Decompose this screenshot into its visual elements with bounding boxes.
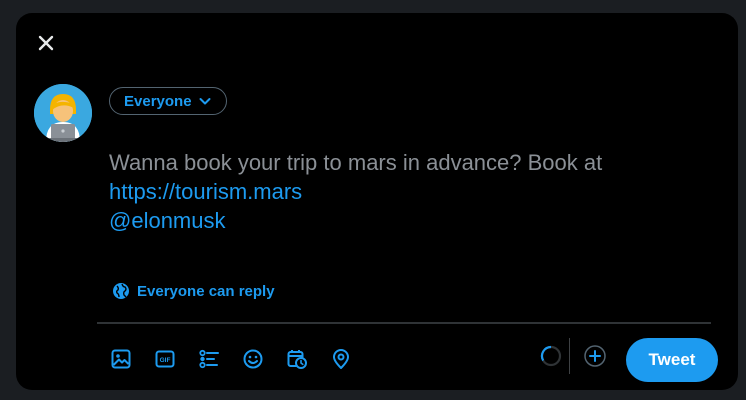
gif-icon: GIF — [155, 350, 175, 368]
toolbar-separator — [569, 338, 570, 374]
avatar[interactable] — [34, 84, 92, 142]
globe-icon — [113, 283, 129, 299]
tweet-link[interactable]: https://tourism.mars — [109, 177, 709, 206]
emoji-icon — [243, 349, 263, 369]
reply-setting-button[interactable]: Everyone can reply — [112, 282, 275, 300]
gif-button[interactable]: GIF — [152, 346, 178, 372]
tweet-text: Wanna book your trip to mars in advance?… — [109, 150, 603, 175]
chevron-down-icon — [199, 98, 211, 105]
poll-icon — [199, 349, 219, 369]
media-button[interactable] — [108, 346, 134, 372]
technologist-emoji-icon — [34, 84, 92, 142]
tweet-mention[interactable]: @elonmusk — [109, 206, 709, 235]
tweet-button[interactable]: Tweet — [626, 338, 718, 382]
emoji-button[interactable] — [240, 346, 266, 372]
close-icon — [38, 35, 54, 51]
poll-button[interactable] — [196, 346, 222, 372]
schedule-icon — [287, 350, 307, 369]
close-button[interactable] — [34, 31, 58, 55]
tweet-button-label: Tweet — [648, 350, 696, 369]
audience-label: Everyone — [124, 92, 192, 110]
character-count-ring — [540, 345, 562, 367]
add-tweet-button[interactable] — [582, 343, 608, 369]
compose-modal: Everyone Wanna book your trip to mars in… — [16, 13, 738, 390]
location-button[interactable] — [328, 346, 354, 372]
reply-setting-label: Everyone can reply — [137, 282, 275, 300]
location-icon — [333, 349, 349, 369]
plus-circle-icon — [584, 345, 606, 367]
schedule-button[interactable] — [284, 346, 310, 372]
audience-selector-button[interactable]: Everyone — [109, 87, 227, 115]
media-icon — [111, 349, 131, 369]
compose-toolbar: GIF — [108, 346, 354, 372]
svg-text:GIF: GIF — [160, 357, 171, 364]
divider — [97, 322, 711, 324]
tweet-text-area[interactable]: Wanna book your trip to mars in advance?… — [109, 148, 709, 235]
